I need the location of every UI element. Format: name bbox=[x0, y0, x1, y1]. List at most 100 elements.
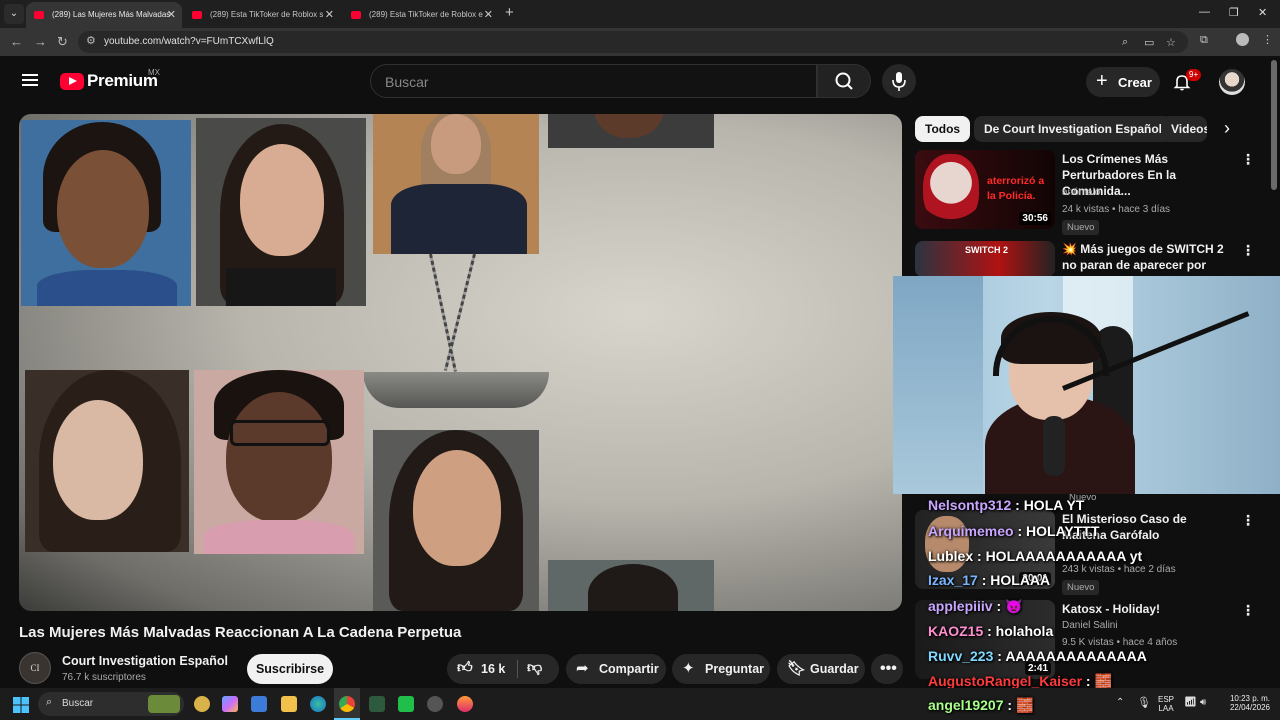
youtube-logo-icon[interactable] bbox=[60, 73, 84, 90]
more-actions-button[interactable]: ••• bbox=[871, 654, 903, 684]
chat-text: : AAAAAAAAAAAAAA bbox=[993, 648, 1147, 664]
volume-icon[interactable]: 🔊︎ bbox=[1200, 697, 1206, 708]
extensions-icon[interactable]: ⧉ bbox=[1200, 34, 1208, 47]
youtube-favicon-icon bbox=[192, 11, 202, 19]
video-player[interactable] bbox=[19, 114, 902, 611]
chip-todos[interactable]: Todos bbox=[915, 116, 971, 142]
reload-icon[interactable]: ↻ bbox=[57, 34, 68, 50]
search-button[interactable] bbox=[817, 64, 871, 98]
recommendation-channel[interactable]: Daniel Salini bbox=[1062, 620, 1118, 631]
chat-message: KAOZ15 : holahola bbox=[928, 623, 1053, 639]
browser-tab-1[interactable]: (289) Las Mujeres Más Malvadas ✕ bbox=[26, 2, 182, 28]
share-button[interactable]: ➦ Compartir bbox=[566, 654, 666, 684]
site-info-icon[interactable]: ⚙ bbox=[86, 34, 96, 47]
windows-start-icon[interactable] bbox=[13, 697, 29, 713]
bookmark-star-icon[interactable]: ☆ bbox=[1166, 36, 1176, 49]
more-vertical-icon[interactable]: ⋮ bbox=[1241, 151, 1255, 168]
microphone-tray-icon[interactable]: 🎙︎ bbox=[1137, 696, 1151, 709]
ask-button[interactable]: ✦ Preguntar bbox=[672, 654, 770, 684]
create-button[interactable]: + Crear bbox=[1086, 67, 1160, 97]
close-window-icon[interactable]: ✕ bbox=[1258, 6, 1267, 19]
video-frame-photo bbox=[548, 114, 714, 148]
chat-text: : HOLAAA bbox=[977, 572, 1051, 588]
search-icon bbox=[835, 72, 853, 90]
tab-title: (289) Las Mujeres Más Malvadas bbox=[52, 10, 171, 19]
minimize-icon[interactable]: — bbox=[1199, 6, 1210, 18]
clock-date: 22/04/2026 bbox=[1229, 703, 1270, 712]
zoom-icon[interactable]: ⌕ bbox=[1122, 36, 1128, 49]
new-tab-button[interactable]: + bbox=[505, 4, 514, 21]
thumbnail-text: aterrorizó a la Policía. bbox=[987, 175, 1045, 202]
file-explorer-icon[interactable] bbox=[281, 696, 297, 712]
back-icon[interactable]: ← bbox=[10, 34, 23, 49]
dislike-icon[interactable]: 👎︎ bbox=[527, 659, 542, 677]
forward-icon[interactable]: → bbox=[34, 34, 47, 49]
url-text[interactable]: youtube.com/watch?v=FUmTCXwfLlQ bbox=[104, 36, 274, 47]
browser-tab-2[interactable]: (289) Esta TikToker de Roblox s ✕ bbox=[184, 2, 340, 28]
chip-channel[interactable]: De Court Investigation Español bbox=[974, 116, 1173, 142]
taskbar-app-icon[interactable] bbox=[194, 696, 210, 712]
chat-text: : HOLAAAAAAAAAAA yt bbox=[973, 548, 1143, 564]
chip-videos[interactable]: Videos bbox=[1161, 116, 1207, 142]
like-icon[interactable]: 👍︎ bbox=[457, 659, 473, 677]
voice-search-button[interactable] bbox=[882, 64, 916, 98]
hamburger-menu-icon[interactable] bbox=[22, 74, 38, 86]
recommendation-title[interactable]: Katosx - Holiday! bbox=[1062, 601, 1234, 617]
recommendation-channel[interactable]: anómalo bbox=[1062, 187, 1100, 198]
search-input[interactable]: Buscar bbox=[370, 64, 817, 98]
youtube-header: Premium MX Buscar + Crear 9+ bbox=[0, 56, 1270, 108]
profile-icon[interactable] bbox=[1236, 33, 1249, 46]
windows-taskbar: ⌕ Buscar angel19207 : 🧱 ⌃ 🎙︎ ESP LAA 📶︎ 🔊… bbox=[0, 688, 1280, 720]
chat-text: : 🧱 bbox=[1082, 673, 1112, 689]
edge-icon[interactable] bbox=[310, 696, 326, 712]
share-icon: ➦ bbox=[576, 660, 589, 677]
like-count[interactable]: 16 k bbox=[481, 662, 505, 676]
channel-name[interactable]: Court Investigation Español bbox=[62, 654, 228, 668]
clock-time: 10:23 p. m. bbox=[1229, 694, 1270, 703]
chat-message: Ruvv_223 : AAAAAAAAAAAAAA bbox=[928, 648, 1147, 664]
new-badge: Nuevo bbox=[1062, 580, 1100, 595]
taskbar-app-icon[interactable] bbox=[427, 696, 443, 712]
more-vertical-icon[interactable]: ⋮ bbox=[1241, 602, 1255, 619]
chrome-icon[interactable] bbox=[339, 696, 355, 712]
save-button[interactable]: 🔖︎ Guardar bbox=[777, 654, 865, 684]
account-avatar[interactable] bbox=[1219, 69, 1245, 95]
tray-chevron-up-icon[interactable]: ⌃ bbox=[1116, 697, 1124, 708]
close-tab-icon[interactable]: ✕ bbox=[484, 8, 493, 21]
maximize-icon[interactable]: ❐ bbox=[1229, 6, 1239, 19]
taskbar-app-icon[interactable] bbox=[457, 696, 473, 712]
notification-count-badge: 9+ bbox=[1186, 69, 1202, 81]
store-icon[interactable] bbox=[251, 696, 267, 712]
chrome-menu-icon[interactable]: ⋮ bbox=[1262, 33, 1273, 46]
close-tab-icon[interactable]: ✕ bbox=[325, 8, 334, 21]
more-vertical-icon[interactable]: ⋮ bbox=[1241, 512, 1255, 529]
address-bar[interactable]: ⚙ youtube.com/watch?v=FUmTCXwfLlQ ⌕ ▭ ☆ bbox=[78, 31, 1188, 53]
taskbar-search-label: Buscar bbox=[62, 698, 94, 709]
recommendation-thumbnail[interactable]: aterrorizó a la Policía. 30:56 bbox=[915, 150, 1055, 229]
sparkle-icon: ✦ bbox=[682, 660, 695, 677]
browser-tab-3[interactable]: (289) Esta TikToker de Roblox e ✕ bbox=[343, 2, 499, 28]
share-label: Compartir bbox=[599, 662, 659, 676]
more-vertical-icon[interactable]: ⋮ bbox=[1241, 242, 1255, 259]
channel-avatar[interactable]: CI bbox=[19, 652, 51, 684]
chat-text: : HOLA YT bbox=[1011, 497, 1085, 513]
close-tab-icon[interactable]: ✕ bbox=[167, 8, 176, 21]
copilot-icon[interactable] bbox=[222, 696, 238, 712]
more-horizontal-icon: ••• bbox=[880, 660, 897, 677]
video-duration: 30:56 bbox=[1019, 212, 1051, 225]
chat-username: AugustoRangel_Kaiser bbox=[928, 673, 1083, 689]
subscribe-button[interactable]: Suscribirse bbox=[247, 654, 333, 684]
taskbar-search[interactable]: ⌕ Buscar bbox=[38, 692, 184, 716]
taskbar-app-icon[interactable] bbox=[369, 696, 385, 712]
cast-icon[interactable]: ▭ bbox=[1144, 36, 1154, 49]
tab-search-chevron-icon[interactable]: ⌄ bbox=[4, 4, 24, 24]
chat-username: Izax_17 bbox=[928, 572, 978, 588]
clock[interactable]: 10:23 p. m. 22/04/2026 bbox=[1220, 694, 1270, 712]
taskbar-app-icon[interactable] bbox=[398, 696, 414, 712]
wifi-icon[interactable]: 📶︎ bbox=[1184, 697, 1197, 708]
language-indicator[interactable]: ESP LAA bbox=[1158, 695, 1174, 713]
page-scrollbar[interactable] bbox=[1271, 60, 1277, 190]
chat-text: : 🧱 bbox=[1003, 697, 1034, 713]
recommendation-thumbnail[interactable]: SWITCH 2 bbox=[915, 241, 1055, 277]
chevron-right-icon[interactable]: › bbox=[1224, 118, 1230, 139]
